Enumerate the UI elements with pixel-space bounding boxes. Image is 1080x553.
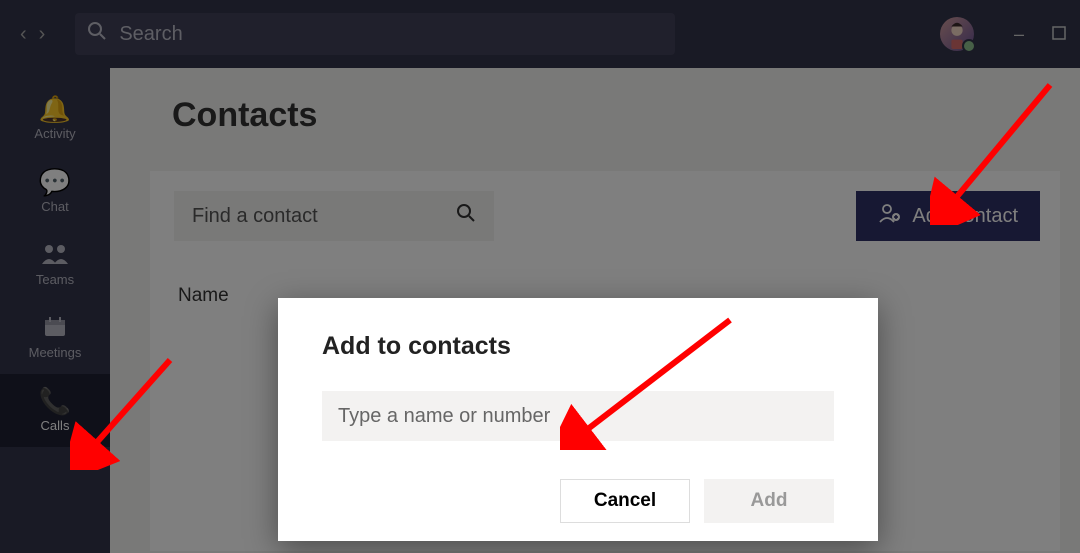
phone-icon: 📞 [39, 388, 71, 414]
minimize-button[interactable]: – [1014, 24, 1024, 45]
bell-icon: 🔔 [39, 96, 71, 122]
rail-activity[interactable]: 🔔 Activity [0, 82, 110, 155]
command-search[interactable] [75, 13, 675, 55]
add-contact-button[interactable]: Add contact [856, 191, 1040, 241]
maximize-button[interactable] [1052, 24, 1066, 45]
name-or-number-input[interactable] [322, 391, 834, 441]
find-placeholder: Find a contact [192, 205, 318, 228]
rail-meetings[interactable]: Meetings [0, 301, 110, 374]
add-contact-label: Add contact [912, 205, 1018, 228]
app-rail: 🔔 Activity 💬 Chat Teams Meetings 📞 Calls [0, 68, 110, 553]
titlebar: ‹ › – [0, 0, 1080, 68]
rail-teams[interactable]: Teams [0, 228, 110, 301]
rail-label: Calls [41, 418, 70, 433]
chat-icon: 💬 [39, 169, 71, 195]
search-icon [87, 21, 107, 47]
nav-arrows: ‹ › [20, 23, 45, 46]
dialog-title: Add to contacts [322, 332, 834, 361]
rail-chat[interactable]: 💬 Chat [0, 155, 110, 228]
forward-button[interactable]: › [39, 23, 46, 46]
add-person-icon [878, 203, 902, 229]
cancel-button[interactable]: Cancel [560, 479, 690, 523]
presence-badge [962, 39, 976, 53]
rail-label: Meetings [29, 345, 82, 360]
rail-label: Teams [36, 272, 74, 287]
profile-avatar[interactable] [940, 17, 974, 51]
search-input[interactable] [119, 23, 663, 46]
page-title: Contacts [172, 96, 1080, 135]
search-icon [456, 203, 476, 229]
rail-label: Chat [41, 199, 68, 214]
find-contact-input[interactable]: Find a contact [174, 191, 494, 241]
window-controls: – [1014, 24, 1066, 45]
rail-calls[interactable]: 📞 Calls [0, 374, 110, 447]
rail-label: Activity [34, 126, 75, 141]
add-to-contacts-dialog: Add to contacts Cancel Add [278, 298, 878, 541]
back-button[interactable]: ‹ [20, 23, 27, 46]
add-button: Add [704, 479, 834, 523]
calendar-icon [44, 315, 66, 341]
people-icon [42, 242, 68, 268]
